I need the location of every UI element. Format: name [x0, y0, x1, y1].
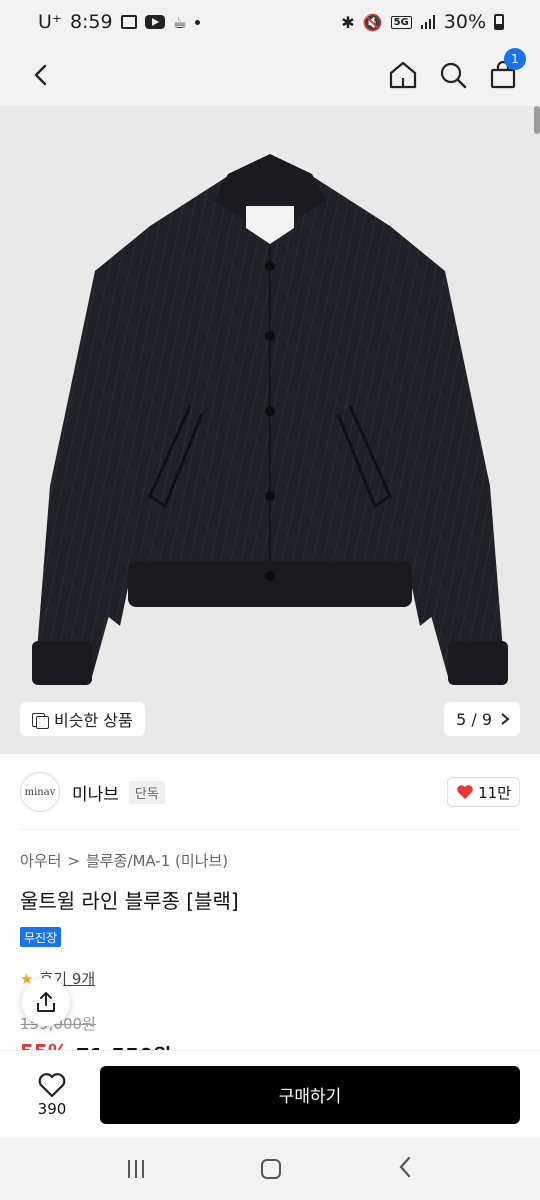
- breadcrumb: 아우터 > 블루종/MA-1 (미나브): [20, 850, 228, 871]
- cup-icon: ☕: [172, 12, 187, 32]
- system-back-button[interactable]: [398, 1156, 412, 1182]
- product-image[interactable]: 비슷한 상품 5 / 9: [0, 106, 540, 754]
- home-button[interactable]: [388, 60, 418, 90]
- scrollbar-thumb[interactable]: [534, 106, 540, 134]
- search-button[interactable]: [438, 60, 468, 90]
- system-home-button[interactable]: [260, 1159, 281, 1179]
- cart-button[interactable]: 1: [488, 48, 526, 90]
- heart-icon: [457, 785, 473, 799]
- divider: [20, 829, 520, 830]
- product-title: 울트윌 라인 블루종 [블랙]: [20, 889, 239, 913]
- signal-icon: [420, 15, 435, 29]
- network-type-icon: 5G: [390, 15, 412, 29]
- gallery-icon: [120, 15, 137, 29]
- wishlist-count: 390: [37, 1099, 67, 1118]
- jacket-image: [32, 154, 508, 685]
- share-icon: [37, 992, 55, 1012]
- recent-apps-icon: [128, 1160, 131, 1178]
- system-back-icon: [399, 1156, 410, 1178]
- heart-outline-icon: [38, 1072, 66, 1097]
- wishlist-button[interactable]: 390: [20, 1072, 84, 1118]
- image-page-counter[interactable]: 5 / 9: [444, 702, 520, 736]
- recent-apps-icon-bar: [142, 1160, 145, 1178]
- shipping-tag: 무진장: [20, 927, 62, 947]
- brand-row: minav 미나브 단독 11만: [0, 754, 540, 830]
- clock: 8:59: [69, 11, 113, 33]
- chevron-left-icon: [34, 64, 47, 86]
- home-icon: [389, 61, 417, 89]
- battery-icon: [494, 14, 504, 30]
- system-nav-bar: [0, 1138, 540, 1200]
- brand-logo-text: minav: [24, 786, 56, 798]
- carrier-label: U⁺: [38, 11, 62, 33]
- back-button[interactable]: [26, 60, 56, 90]
- brand-like-count: 11만: [478, 783, 511, 802]
- search-icon: [440, 62, 467, 89]
- breadcrumb-subcategory[interactable]: 블루종/MA-1 (미나브): [86, 850, 228, 871]
- share-button[interactable]: [22, 978, 70, 1026]
- buy-button-label: 구매하기: [278, 1087, 342, 1107]
- brand-name[interactable]: 미나브: [72, 780, 119, 805]
- battery-percent: 30%: [443, 11, 486, 33]
- buy-button[interactable]: 구매하기: [100, 1065, 520, 1124]
- cart-count-badge: 1: [504, 48, 526, 70]
- recent-apps-button[interactable]: [128, 1160, 145, 1178]
- similar-products-button[interactable]: 비슷한 상품: [20, 702, 145, 736]
- breadcrumb-category[interactable]: 아우터: [20, 850, 61, 871]
- copy-icon: [32, 711, 49, 729]
- status-bar: U⁺ 8:59 ☕ ✱ 🔇 5G 30%: [0, 0, 540, 44]
- chevron-right-icon: [501, 713, 510, 725]
- status-left: U⁺ 8:59 ☕: [38, 11, 200, 33]
- nav-actions: 1: [388, 48, 526, 90]
- similar-products-label: 비슷한 상품: [54, 711, 133, 730]
- status-right: ✱ 🔇 5G 30%: [341, 11, 504, 33]
- youtube-icon: [144, 15, 165, 29]
- page-counter-text: 5 / 9: [456, 709, 492, 729]
- breadcrumb-separator: >: [67, 851, 80, 870]
- recent-apps-icon-bar: [135, 1160, 138, 1178]
- more-notifications-icon: [194, 19, 200, 25]
- brand-like-button[interactable]: 11만: [447, 777, 520, 807]
- mute-icon: 🔇: [362, 12, 383, 32]
- bluetooth-icon: ✱: [341, 12, 355, 32]
- top-nav: 1: [0, 44, 540, 106]
- exclusive-badge: 단독: [128, 780, 165, 804]
- purchase-bar: 390 구매하기: [0, 1050, 540, 1138]
- brand-logo[interactable]: minav: [20, 772, 60, 812]
